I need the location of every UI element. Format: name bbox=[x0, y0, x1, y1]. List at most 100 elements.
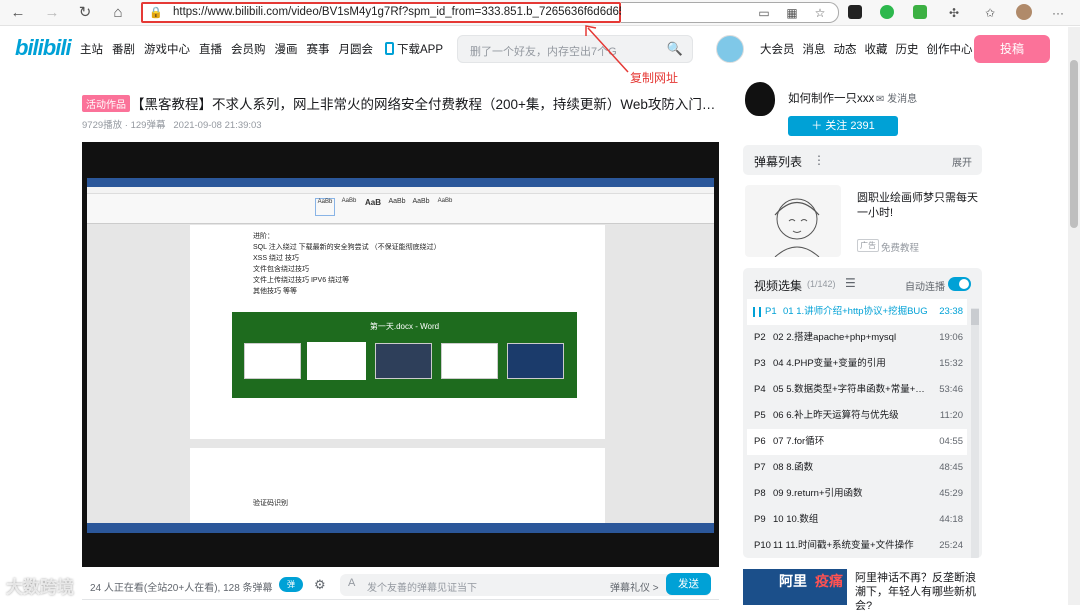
word-ribbon-tabs bbox=[87, 187, 714, 194]
word-window: AaBb AaBb AaB AaBb AaBb AaBb 进阶： SQL 注入绕… bbox=[87, 178, 714, 533]
danmaku-list-title: 弹幕列表 bbox=[754, 155, 803, 169]
address-bar-tail[interactable] bbox=[621, 2, 839, 23]
extensions-icon[interactable]: ✣ bbox=[946, 5, 962, 21]
episode-item[interactable]: P6 07 7.for循环 04:55 bbox=[747, 429, 967, 455]
favorites-icon[interactable]: ✩ bbox=[982, 5, 998, 21]
nav-link[interactable]: 会员购 bbox=[231, 41, 266, 57]
mail-icon: ✉ bbox=[876, 94, 885, 105]
style-nospacing: AaBb bbox=[341, 198, 357, 204]
doc-page-2: 验证码识别 bbox=[190, 448, 605, 528]
episode-scrollbar[interactable] bbox=[971, 308, 979, 558]
back-icon[interactable]: ← bbox=[9, 4, 27, 22]
font-icon[interactable]: A bbox=[348, 577, 355, 589]
danmaku-list-header[interactable]: 弹幕列表 ⋮ 展开 bbox=[743, 145, 982, 175]
episode-item[interactable]: P1 01 1.讲师介绍+http协议+挖掘BUG 23:38 bbox=[747, 299, 967, 325]
upload-button[interactable]: 投稿 bbox=[974, 35, 1050, 63]
browser-toolbar: ← → ↻ ⌂ 🔒 https://www.bilibili.com/video… bbox=[0, 0, 1080, 26]
word-ribbon: AaBb AaBb AaB AaBb AaBb AaBb bbox=[87, 194, 714, 224]
uploader-avatar[interactable] bbox=[745, 82, 775, 116]
reload-icon[interactable]: ↻ bbox=[76, 4, 94, 22]
forward-icon[interactable]: → bbox=[43, 4, 61, 22]
episode-count: (1/142) bbox=[807, 279, 836, 289]
more-icon[interactable]: ··· bbox=[1050, 5, 1066, 21]
danmaku-input[interactable]: A 发个友善的弹幕见证当下 弹幕礼仪 > bbox=[340, 574, 711, 596]
nav-vip[interactable]: 大会员 bbox=[760, 41, 795, 57]
ad-image bbox=[745, 185, 841, 258]
read-aloud-icon[interactable]: ▭ bbox=[756, 5, 772, 21]
episode-item[interactable]: P4 05 5.数据类型+字符串函数+常量+运算… 53:46 bbox=[747, 377, 967, 403]
profile-icon[interactable] bbox=[1016, 4, 1032, 20]
address-bar[interactable]: 🔒 https://www.bilibili.com/video/BV1sM4y… bbox=[141, 2, 660, 23]
watermark: 大数跨境 bbox=[6, 578, 74, 597]
playing-icon bbox=[753, 307, 761, 317]
extension-check-icon[interactable] bbox=[880, 5, 894, 19]
danmaku-toggle[interactable]: 弹 bbox=[279, 577, 303, 592]
recommended-title[interactable]: 阿里神话不再？反垄断浪潮下，年轻人有哪些新机会? bbox=[855, 571, 985, 613]
extension-icon[interactable] bbox=[848, 5, 862, 19]
search-box[interactable]: 删了一个好友，内存空出7个G 🔍 bbox=[457, 35, 693, 63]
video-player[interactable]: AaBb AaBb AaB AaBb AaBb AaBb 进阶： SQL 注入绕… bbox=[82, 142, 719, 567]
nav-link[interactable]: 直播 bbox=[199, 41, 222, 57]
phone-icon bbox=[385, 42, 394, 55]
episode-item[interactable]: P7 08 8.函数 48:45 bbox=[747, 455, 967, 481]
more-vertical-icon[interactable]: ⋮ bbox=[813, 153, 825, 167]
episode-item[interactable]: P3 04 4.PHP变量+变量的引用 15:32 bbox=[747, 351, 967, 377]
episode-item[interactable]: P9 10 10.数组 44:18 bbox=[747, 507, 967, 533]
nav-link[interactable]: 番剧 bbox=[112, 41, 135, 57]
autoplay-label: 自动连播 bbox=[905, 282, 945, 293]
nav-creator[interactable]: 创作中心 bbox=[927, 41, 973, 57]
nav-messages[interactable]: 消息 bbox=[803, 41, 826, 57]
autoplay-toggle[interactable] bbox=[948, 277, 971, 291]
ad-card[interactable]: 圆职业绘画师梦只需每天一小时! 广告 免费教程 bbox=[743, 185, 983, 258]
episode-item[interactable]: P8 09 9.return+引用函数 45:29 bbox=[747, 481, 967, 507]
uploader-name[interactable]: 如何制作一只xxx bbox=[788, 90, 874, 106]
episode-item[interactable]: P2 02 2.搭建apache+php+mysql 19:06 bbox=[747, 325, 967, 351]
nav-favorites[interactable]: 收藏 bbox=[865, 41, 888, 57]
send-danmaku-button[interactable]: 发送 bbox=[666, 573, 711, 595]
download-app-link[interactable]: 下载APP bbox=[385, 41, 443, 57]
lock-icon: 🔒 bbox=[149, 7, 163, 19]
ad-source: 免费教程 bbox=[881, 243, 920, 254]
danmaku-placeholder: 发个友善的弹幕见证当下 bbox=[367, 583, 477, 594]
expand-link[interactable]: 展开 bbox=[952, 154, 972, 169]
danmaku-etiquette-link[interactable]: 弹幕礼仪 > bbox=[610, 579, 659, 594]
style-subtitle: AaBb bbox=[437, 198, 453, 204]
episode-item[interactable]: P10 11 11.时间戳+系统变量+文件操作 25:24 bbox=[747, 533, 967, 558]
video-meta: 9729播放 · 129弹幕 2021-09-08 21:39:03 bbox=[82, 120, 262, 131]
list-icon[interactable]: ☰ bbox=[845, 276, 856, 290]
nav-history[interactable]: 历史 bbox=[896, 41, 919, 57]
nav-link[interactable]: 主站 bbox=[80, 41, 103, 57]
follow-button[interactable]: ＋ 关注 2391 bbox=[788, 116, 898, 136]
qr-code-icon[interactable]: ▦ bbox=[784, 5, 800, 21]
extension-chat-icon[interactable] bbox=[913, 5, 927, 19]
page-scrollbar[interactable] bbox=[1068, 27, 1080, 605]
episode-list-header: 视频选集 (1/142) ☰ 自动连播 bbox=[743, 268, 982, 300]
favorite-add-icon[interactable]: ☆ bbox=[812, 5, 828, 21]
episode-list-title: 视频选集 bbox=[754, 279, 803, 293]
activity-tag[interactable]: 活动作品 bbox=[82, 95, 130, 112]
nav-dynamic[interactable]: 动态 bbox=[834, 41, 857, 57]
episode-item[interactable]: P5 06 6.补上昨天运算符与优先级 11:20 bbox=[747, 403, 967, 429]
send-message-link[interactable]: ✉ 发消息 bbox=[876, 90, 917, 105]
home-icon[interactable]: ⌂ bbox=[109, 4, 127, 22]
style-title: AaBb bbox=[412, 198, 430, 205]
ad-headline[interactable]: 圆职业绘画师梦只需每天一小时! bbox=[857, 191, 983, 221]
search-icon[interactable]: 🔍 bbox=[658, 36, 692, 62]
site-header: bilibili 主站 番剧 游戏中心 直播 会员购 漫画 赛事 月圆会 下载A… bbox=[0, 27, 1080, 71]
window-thumbnail bbox=[441, 343, 498, 379]
bilibili-logo[interactable]: bilibili bbox=[15, 35, 72, 61]
player-controls: 24 人正在看(全站20+人在看), 128 条弹幕 弹 ⚙ A 发个友善的弹幕… bbox=[82, 570, 719, 600]
recommended-thumbnail[interactable]: 阿里 疫痛 bbox=[743, 569, 847, 605]
nav-link[interactable]: 赛事 bbox=[307, 41, 330, 57]
user-nav: 大会员 消息 动态 收藏 历史 创作中心 bbox=[760, 41, 981, 57]
viewer-count: 24 人正在看(全站20+人在看), 128 条弹幕 bbox=[90, 583, 273, 594]
switcher-title: 第一天.docx - Word bbox=[369, 322, 440, 331]
nav-link[interactable]: 月圆会 bbox=[339, 41, 374, 57]
nav-link[interactable]: 游戏中心 bbox=[144, 41, 190, 57]
nav-link[interactable]: 漫画 bbox=[275, 41, 298, 57]
word-title-bar bbox=[87, 178, 714, 187]
style-normal: AaBb bbox=[315, 198, 335, 216]
avatar[interactable] bbox=[716, 35, 744, 63]
recommended-video[interactable]: 阿里 疫痛 阿里神话不再？反垄断浪潮下，年轻人有哪些新机会? bbox=[743, 569, 983, 612]
danmaku-settings-icon[interactable]: ⚙ bbox=[314, 577, 326, 593]
